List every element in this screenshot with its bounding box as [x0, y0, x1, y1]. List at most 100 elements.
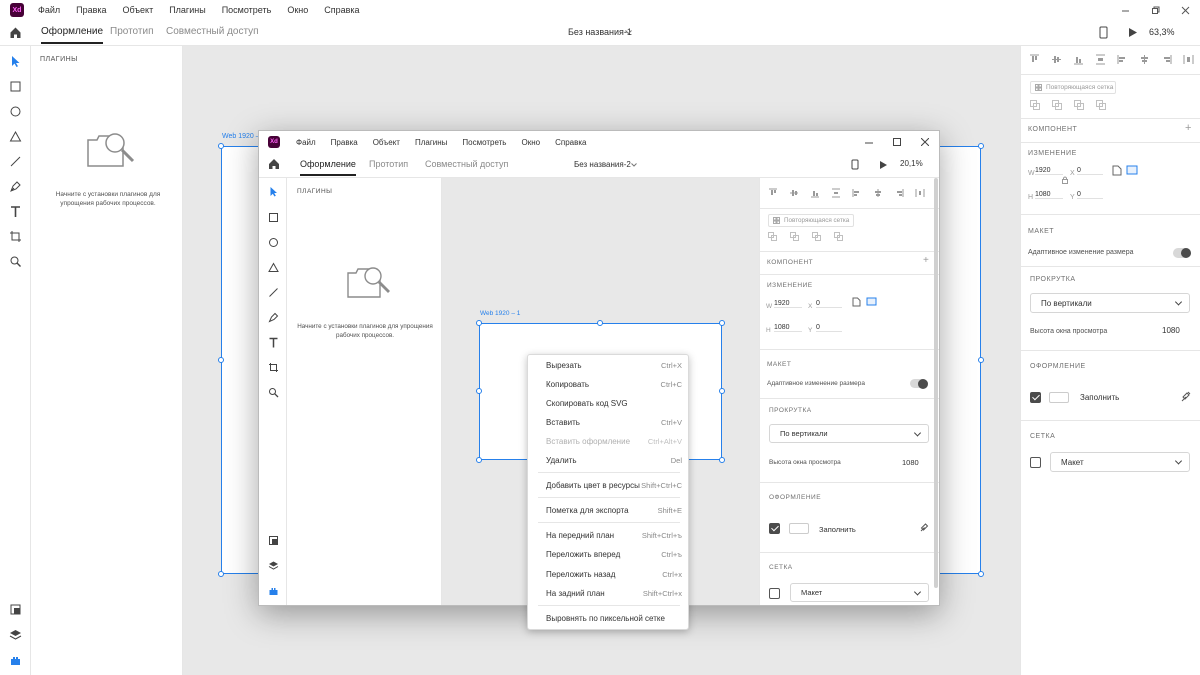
- context-menu-item-cut[interactable]: Вырезать Ctrl+X: [528, 356, 690, 375]
- align-right-icon[interactable]: [1161, 54, 1172, 65]
- menu-file[interactable]: Файл: [38, 5, 60, 15]
- nested-fill-checkbox[interactable]: [769, 523, 780, 534]
- tab-design[interactable]: Оформление: [41, 26, 104, 44]
- context-menu-item-bring-to-front[interactable]: На передний план Shift+Ctrl+ъ: [528, 526, 690, 545]
- nested-select-tool-icon[interactable]: [268, 186, 279, 197]
- distribute-vertical-icon[interactable]: [1095, 54, 1106, 65]
- context-menu-item-align-pixel-grid[interactable]: Выровнять по пиксельной сетке: [528, 609, 690, 628]
- tab-share[interactable]: Совместный доступ: [166, 26, 259, 37]
- align-left-icon[interactable]: [1117, 54, 1128, 65]
- nested-minimize-icon[interactable]: [865, 139, 873, 147]
- device-preview-icon[interactable]: [1099, 26, 1108, 39]
- nested-plugins-panel-icon[interactable]: [268, 585, 279, 596]
- context-menu-item-add-color[interactable]: Добавить цвет в ресурсы Shift+Ctrl+C: [528, 476, 690, 495]
- context-menu-item-send-backward[interactable]: Переложить назад Ctrl+х: [528, 565, 690, 584]
- close-button[interactable]: [1170, 0, 1200, 20]
- align-bottom-icon[interactable]: [810, 188, 820, 198]
- resize-handle[interactable]: [597, 320, 603, 326]
- nested-text-tool-icon[interactable]: [268, 337, 279, 348]
- menu-object[interactable]: Объект: [123, 5, 154, 15]
- resize-handle[interactable]: [476, 457, 482, 463]
- subtract-boolean-icon[interactable]: [790, 232, 799, 241]
- fill-color-swatch[interactable]: [1049, 392, 1069, 403]
- ellipse-tool-icon[interactable]: [9, 105, 22, 118]
- grid-checkbox[interactable]: [1030, 457, 1041, 468]
- nested-height-field[interactable]: 1080: [774, 324, 802, 332]
- nested-scroll-dropdown[interactable]: По вертикали: [769, 424, 929, 443]
- eyedropper-icon[interactable]: [1180, 391, 1191, 402]
- resize-handle[interactable]: [218, 357, 224, 363]
- add-boolean-icon[interactable]: [1030, 100, 1040, 110]
- nested-artboard-label[interactable]: Web 1920 – 1: [480, 310, 520, 317]
- distribute-horizontal-icon[interactable]: [1183, 54, 1194, 65]
- nested-grid-type-dropdown[interactable]: Макет: [790, 583, 929, 602]
- home-icon[interactable]: [9, 26, 22, 39]
- resize-handle[interactable]: [978, 357, 984, 363]
- nested-tab-share[interactable]: Совместный доступ: [425, 159, 508, 169]
- nested-tab-design[interactable]: Оформление: [300, 159, 356, 176]
- nested-zoom-tool-icon[interactable]: [268, 387, 279, 398]
- nested-layers-panel-icon[interactable]: [268, 560, 279, 571]
- resize-handle[interactable]: [719, 320, 725, 326]
- nested-y-field[interactable]: 0: [816, 324, 842, 332]
- eyedropper-icon[interactable]: [919, 522, 929, 532]
- nested-maximize-icon[interactable]: [893, 138, 901, 146]
- subtract-boolean-icon[interactable]: [1052, 100, 1062, 110]
- x-field[interactable]: 0: [1077, 167, 1103, 175]
- repeat-grid-button[interactable]: Повторяющаяся сетка: [1030, 81, 1116, 94]
- menu-plugins[interactable]: Плагины: [169, 5, 205, 15]
- nested-menu-help[interactable]: Справка: [555, 138, 586, 147]
- nested-device-preview-icon[interactable]: [851, 159, 859, 170]
- pen-tool-icon[interactable]: [9, 180, 22, 193]
- align-right-icon[interactable]: [894, 188, 904, 198]
- text-tool-icon[interactable]: [9, 205, 22, 218]
- nested-document-title[interactable]: Без названия-2: [574, 160, 631, 169]
- distribute-horizontal-icon[interactable]: [915, 188, 925, 198]
- nested-add-component-button[interactable]: +: [923, 255, 929, 266]
- maximize-button[interactable]: [1140, 0, 1170, 20]
- nested-tab-prototype[interactable]: Прототип: [369, 159, 408, 169]
- nested-zoom-level[interactable]: 20,1%: [900, 159, 923, 168]
- nested-grid-checkbox[interactable]: [769, 588, 780, 599]
- landscape-orientation-icon[interactable]: [866, 297, 877, 306]
- add-component-button[interactable]: +: [1185, 122, 1191, 134]
- zoom-level[interactable]: 63,3%: [1149, 27, 1175, 37]
- resize-handle[interactable]: [978, 143, 984, 149]
- landscape-orientation-icon[interactable]: [1126, 165, 1138, 175]
- chevron-down-icon[interactable]: [625, 30, 632, 35]
- menu-window[interactable]: Окно: [287, 5, 308, 15]
- nested-home-icon[interactable]: [268, 158, 280, 170]
- menu-view[interactable]: Посмотреть: [222, 5, 272, 15]
- nested-menu-window[interactable]: Окно: [521, 138, 540, 147]
- portrait-orientation-icon[interactable]: [852, 297, 861, 307]
- nested-menu-edit[interactable]: Правка: [331, 138, 358, 147]
- nested-polygon-tool-icon[interactable]: [268, 262, 279, 273]
- width-field[interactable]: 1920: [1035, 167, 1063, 175]
- align-middle-icon[interactable]: [1051, 54, 1062, 65]
- rectangle-tool-icon[interactable]: [9, 80, 22, 93]
- resize-handle[interactable]: [476, 320, 482, 326]
- context-menu-item-bring-forward[interactable]: Переложить вперед Ctrl+ъ: [528, 545, 690, 564]
- nested-menu-plugins[interactable]: Плагины: [415, 138, 447, 147]
- resize-handle[interactable]: [218, 571, 224, 577]
- intersect-boolean-icon[interactable]: [812, 232, 821, 241]
- resize-handle[interactable]: [978, 571, 984, 577]
- align-top-icon[interactable]: [1029, 54, 1040, 65]
- resize-handle[interactable]: [719, 388, 725, 394]
- plugins-panel-icon[interactable]: [9, 653, 22, 666]
- grid-type-dropdown[interactable]: Макет: [1050, 452, 1190, 472]
- menu-help[interactable]: Справка: [324, 5, 359, 15]
- line-tool-icon[interactable]: [9, 155, 22, 168]
- nested-artboard-tool-icon[interactable]: [268, 362, 279, 373]
- lock-aspect-icon[interactable]: [1062, 176, 1068, 184]
- add-boolean-icon[interactable]: [768, 232, 777, 241]
- align-center-icon[interactable]: [873, 188, 883, 198]
- fill-checkbox[interactable]: [1030, 392, 1041, 403]
- nested-viewport-height-value[interactable]: 1080: [902, 458, 919, 467]
- viewport-height-value[interactable]: 1080: [1162, 326, 1180, 335]
- artboard-tool-icon[interactable]: [9, 230, 22, 243]
- play-icon[interactable]: [1128, 27, 1138, 38]
- minimize-button[interactable]: [1110, 0, 1140, 20]
- resize-handle[interactable]: [476, 388, 482, 394]
- context-menu-item-copy-svg[interactable]: Скопировать код SVG: [528, 394, 690, 413]
